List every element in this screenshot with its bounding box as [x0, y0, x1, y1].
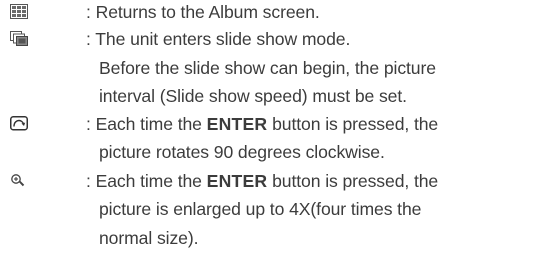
separator: : — [86, 2, 91, 22]
legend-text: : Returns to the Album screen. — [86, 1, 320, 23]
legend-line: picture is enlarged up to 4X(four times … — [99, 199, 422, 219]
legend-line: normal size). — [99, 228, 199, 248]
separator: : — [86, 29, 91, 49]
legend-text: : Each time the ENTER button is pressed,… — [86, 170, 438, 192]
separator: : — [86, 114, 91, 134]
slide-show-icon — [10, 31, 28, 47]
zoom-icon — [10, 173, 28, 189]
album-grid-icon — [10, 4, 28, 20]
legend-line-end: button is pressed, the — [267, 114, 439, 134]
legend-text: : The unit enters slide show mode. — [86, 28, 350, 50]
legend-line: Returns to the Album screen. — [95, 2, 320, 22]
icon-legend: : Returns to the Album screen. : The uni… — [0, 0, 537, 260]
enter-button-label: ENTER — [206, 171, 268, 191]
legend-line-start: Each time the — [95, 114, 207, 134]
enter-button-label: ENTER — [206, 114, 268, 134]
legend-line: Before the slide show can begin, the pic… — [99, 58, 436, 78]
legend-line-end: button is pressed, the — [267, 171, 439, 191]
separator: : — [86, 171, 91, 191]
legend-text: : Each time the ENTER button is pressed,… — [86, 113, 438, 135]
legend-line: interval (Slide show speed) must be set. — [99, 86, 407, 106]
legend-line: The unit enters slide show mode. — [95, 29, 351, 49]
rotate-icon — [10, 116, 28, 132]
legend-line: picture rotates 90 degrees clockwise. — [99, 142, 385, 162]
legend-line-start: Each time the — [95, 171, 207, 191]
